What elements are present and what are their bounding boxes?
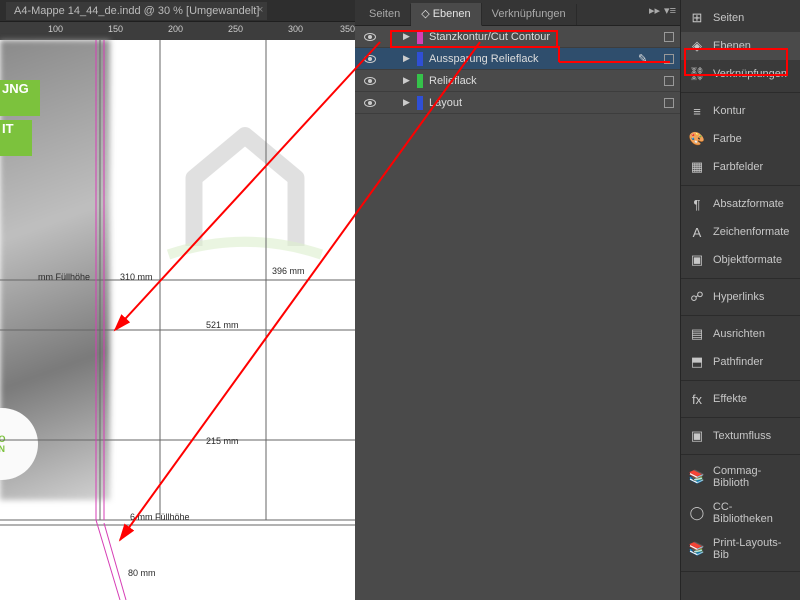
- panel-dock: ⊞Seiten◈Ebenen⛓Verknüpfungen≡Kontur🎨Farb…: [680, 0, 800, 600]
- dock-item-commag[interactable]: 📚 Commag-Biblioth: [681, 459, 800, 495]
- layer-color-chip: [417, 74, 423, 88]
- layer-color-chip: [417, 52, 423, 66]
- farbe-icon: 🎨: [689, 131, 705, 147]
- hyperlinks-icon: ☍: [689, 289, 705, 305]
- dock-item-effekte[interactable]: fx Effekte: [681, 385, 800, 413]
- layer-row[interactable]: ▶ Aussparung Relieflack✎: [355, 48, 680, 70]
- annotation-box-dock: [684, 48, 788, 76]
- annotation-box-layer: [390, 30, 558, 48]
- ausrichten-icon: ▤: [689, 326, 705, 342]
- tab-seiten[interactable]: Seiten: [359, 4, 411, 25]
- close-icon[interactable]: ×: [257, 4, 263, 16]
- dock-item-cc[interactable]: ◯ CC-Bibliotheken: [681, 495, 800, 531]
- dock-item-kontur[interactable]: ≡ Kontur: [681, 97, 800, 125]
- disclosure-icon[interactable]: ▶: [403, 97, 417, 108]
- dock-item-label: Pathfinder: [713, 356, 763, 368]
- dim-521: 521 mm: [206, 320, 239, 330]
- document-tab[interactable]: A4-Mappe 14_44_de.indd @ 30 % [Umgewande…: [6, 2, 267, 20]
- dim-fill-label: mm Füllhöhe: [38, 272, 90, 282]
- ruler-horizontal: 100 150 200 250 300 350: [0, 22, 355, 40]
- dock-item-label: Print-Layouts-Bib: [713, 537, 792, 561]
- visibility-icon[interactable]: [364, 99, 376, 107]
- seiten-icon: ⊞: [689, 10, 705, 26]
- document-title: A4-Mappe 14_44_de.indd @ 30 % [Umgewande…: [14, 5, 259, 17]
- dock-item-label: CC-Bibliotheken: [713, 501, 792, 525]
- visibility-icon[interactable]: [364, 33, 376, 41]
- commag-icon: 📚: [689, 469, 705, 485]
- layer-row[interactable]: ▶ Relieflack: [355, 70, 680, 92]
- dock-item-farbfelder[interactable]: ▦ Farbfelder: [681, 153, 800, 181]
- dock-item-zeichenformate[interactable]: A Zeichenformate: [681, 218, 800, 246]
- dock-item-label: Seiten: [713, 12, 744, 24]
- dock-item-label: Absatzformate: [713, 198, 784, 210]
- textumfluss-icon: ▣: [689, 428, 705, 444]
- tab-ebenen[interactable]: ◇ Ebenen: [411, 3, 481, 26]
- dock-item-hyperlinks[interactable]: ☍ Hyperlinks: [681, 283, 800, 311]
- dock-item-label: Farbe: [713, 133, 742, 145]
- dock-item-ausrichten[interactable]: ▤ Ausrichten: [681, 320, 800, 348]
- disclosure-icon[interactable]: ▶: [403, 53, 417, 64]
- dock-item-label: Textumfluss: [713, 430, 771, 442]
- panel-tabs: Seiten ◇ Ebenen Verknüpfungen ▸▸ ▾≡: [355, 0, 680, 26]
- dock-item-pathfinder[interactable]: ⬒ Pathfinder: [681, 348, 800, 376]
- kontur-icon: ≡: [689, 103, 705, 119]
- target-square-icon[interactable]: [664, 32, 674, 42]
- layer-name: Layout: [429, 97, 638, 109]
- document-canvas[interactable]: JNG IT ON mm Füllhöhe 310 mm 396 mm 521: [0, 40, 355, 600]
- pathfinder-icon: ⬒: [689, 354, 705, 370]
- target-square-icon[interactable]: [664, 98, 674, 108]
- disclosure-icon[interactable]: ▶: [403, 75, 417, 86]
- layer-name: Aussparung Relieflack: [429, 53, 638, 65]
- dock-item-seiten[interactable]: ⊞ Seiten: [681, 4, 800, 32]
- farbfelder-icon: ▦: [689, 159, 705, 175]
- printlayouts-icon: 📚: [689, 541, 705, 557]
- dim-6mm: 6 mm Füllhöhe: [130, 512, 190, 522]
- effekte-icon: fx: [689, 391, 705, 407]
- layer-row[interactable]: ▶ Layout: [355, 92, 680, 114]
- dock-item-label: Objektformate: [713, 254, 782, 266]
- absatzformate-icon: ¶: [689, 196, 705, 212]
- dock-item-textumfluss[interactable]: ▣ Textumfluss: [681, 422, 800, 450]
- dock-item-printlayouts[interactable]: 📚 Print-Layouts-Bib: [681, 531, 800, 567]
- dock-item-farbe[interactable]: 🎨 Farbe: [681, 125, 800, 153]
- pen-icon: ✎: [638, 52, 658, 65]
- dock-item-absatzformate[interactable]: ¶ Absatzformate: [681, 190, 800, 218]
- layer-color-chip: [417, 96, 423, 110]
- dim-396: 396 mm: [272, 266, 305, 276]
- dock-item-label: Hyperlinks: [713, 291, 764, 303]
- target-square-icon[interactable]: [664, 76, 674, 86]
- visibility-icon[interactable]: [364, 77, 376, 85]
- dock-item-label: Farbfelder: [713, 161, 763, 173]
- visibility-icon[interactable]: [364, 55, 376, 63]
- dock-item-label: Ausrichten: [713, 328, 765, 340]
- target-square-icon[interactable]: [664, 54, 674, 64]
- dock-item-label: Kontur: [713, 105, 745, 117]
- cc-icon: ◯: [689, 505, 705, 521]
- dim-215: 215 mm: [206, 436, 239, 446]
- zeichenformate-icon: A: [689, 224, 705, 240]
- panel-collapse-icon[interactable]: ▸▸: [649, 4, 660, 17]
- panel-menu-icon[interactable]: ▾≡: [664, 4, 676, 17]
- panel-group: Seiten ◇ Ebenen Verknüpfungen ▸▸ ▾≡ ▶Sta…: [355, 0, 680, 600]
- dim-80: 80 mm: [128, 568, 156, 578]
- dim-310: 310 mm: [120, 272, 153, 282]
- dock-item-label: Zeichenformate: [713, 226, 789, 238]
- dock-item-label: Commag-Biblioth: [713, 465, 792, 489]
- layer-name: Relieflack: [429, 75, 638, 87]
- objektformate-icon: ▣: [689, 252, 705, 268]
- dock-item-label: Effekte: [713, 393, 747, 405]
- dock-item-objektformate[interactable]: ▣ Objektformate: [681, 246, 800, 274]
- tab-verknuepfungen[interactable]: Verknüpfungen: [482, 4, 577, 25]
